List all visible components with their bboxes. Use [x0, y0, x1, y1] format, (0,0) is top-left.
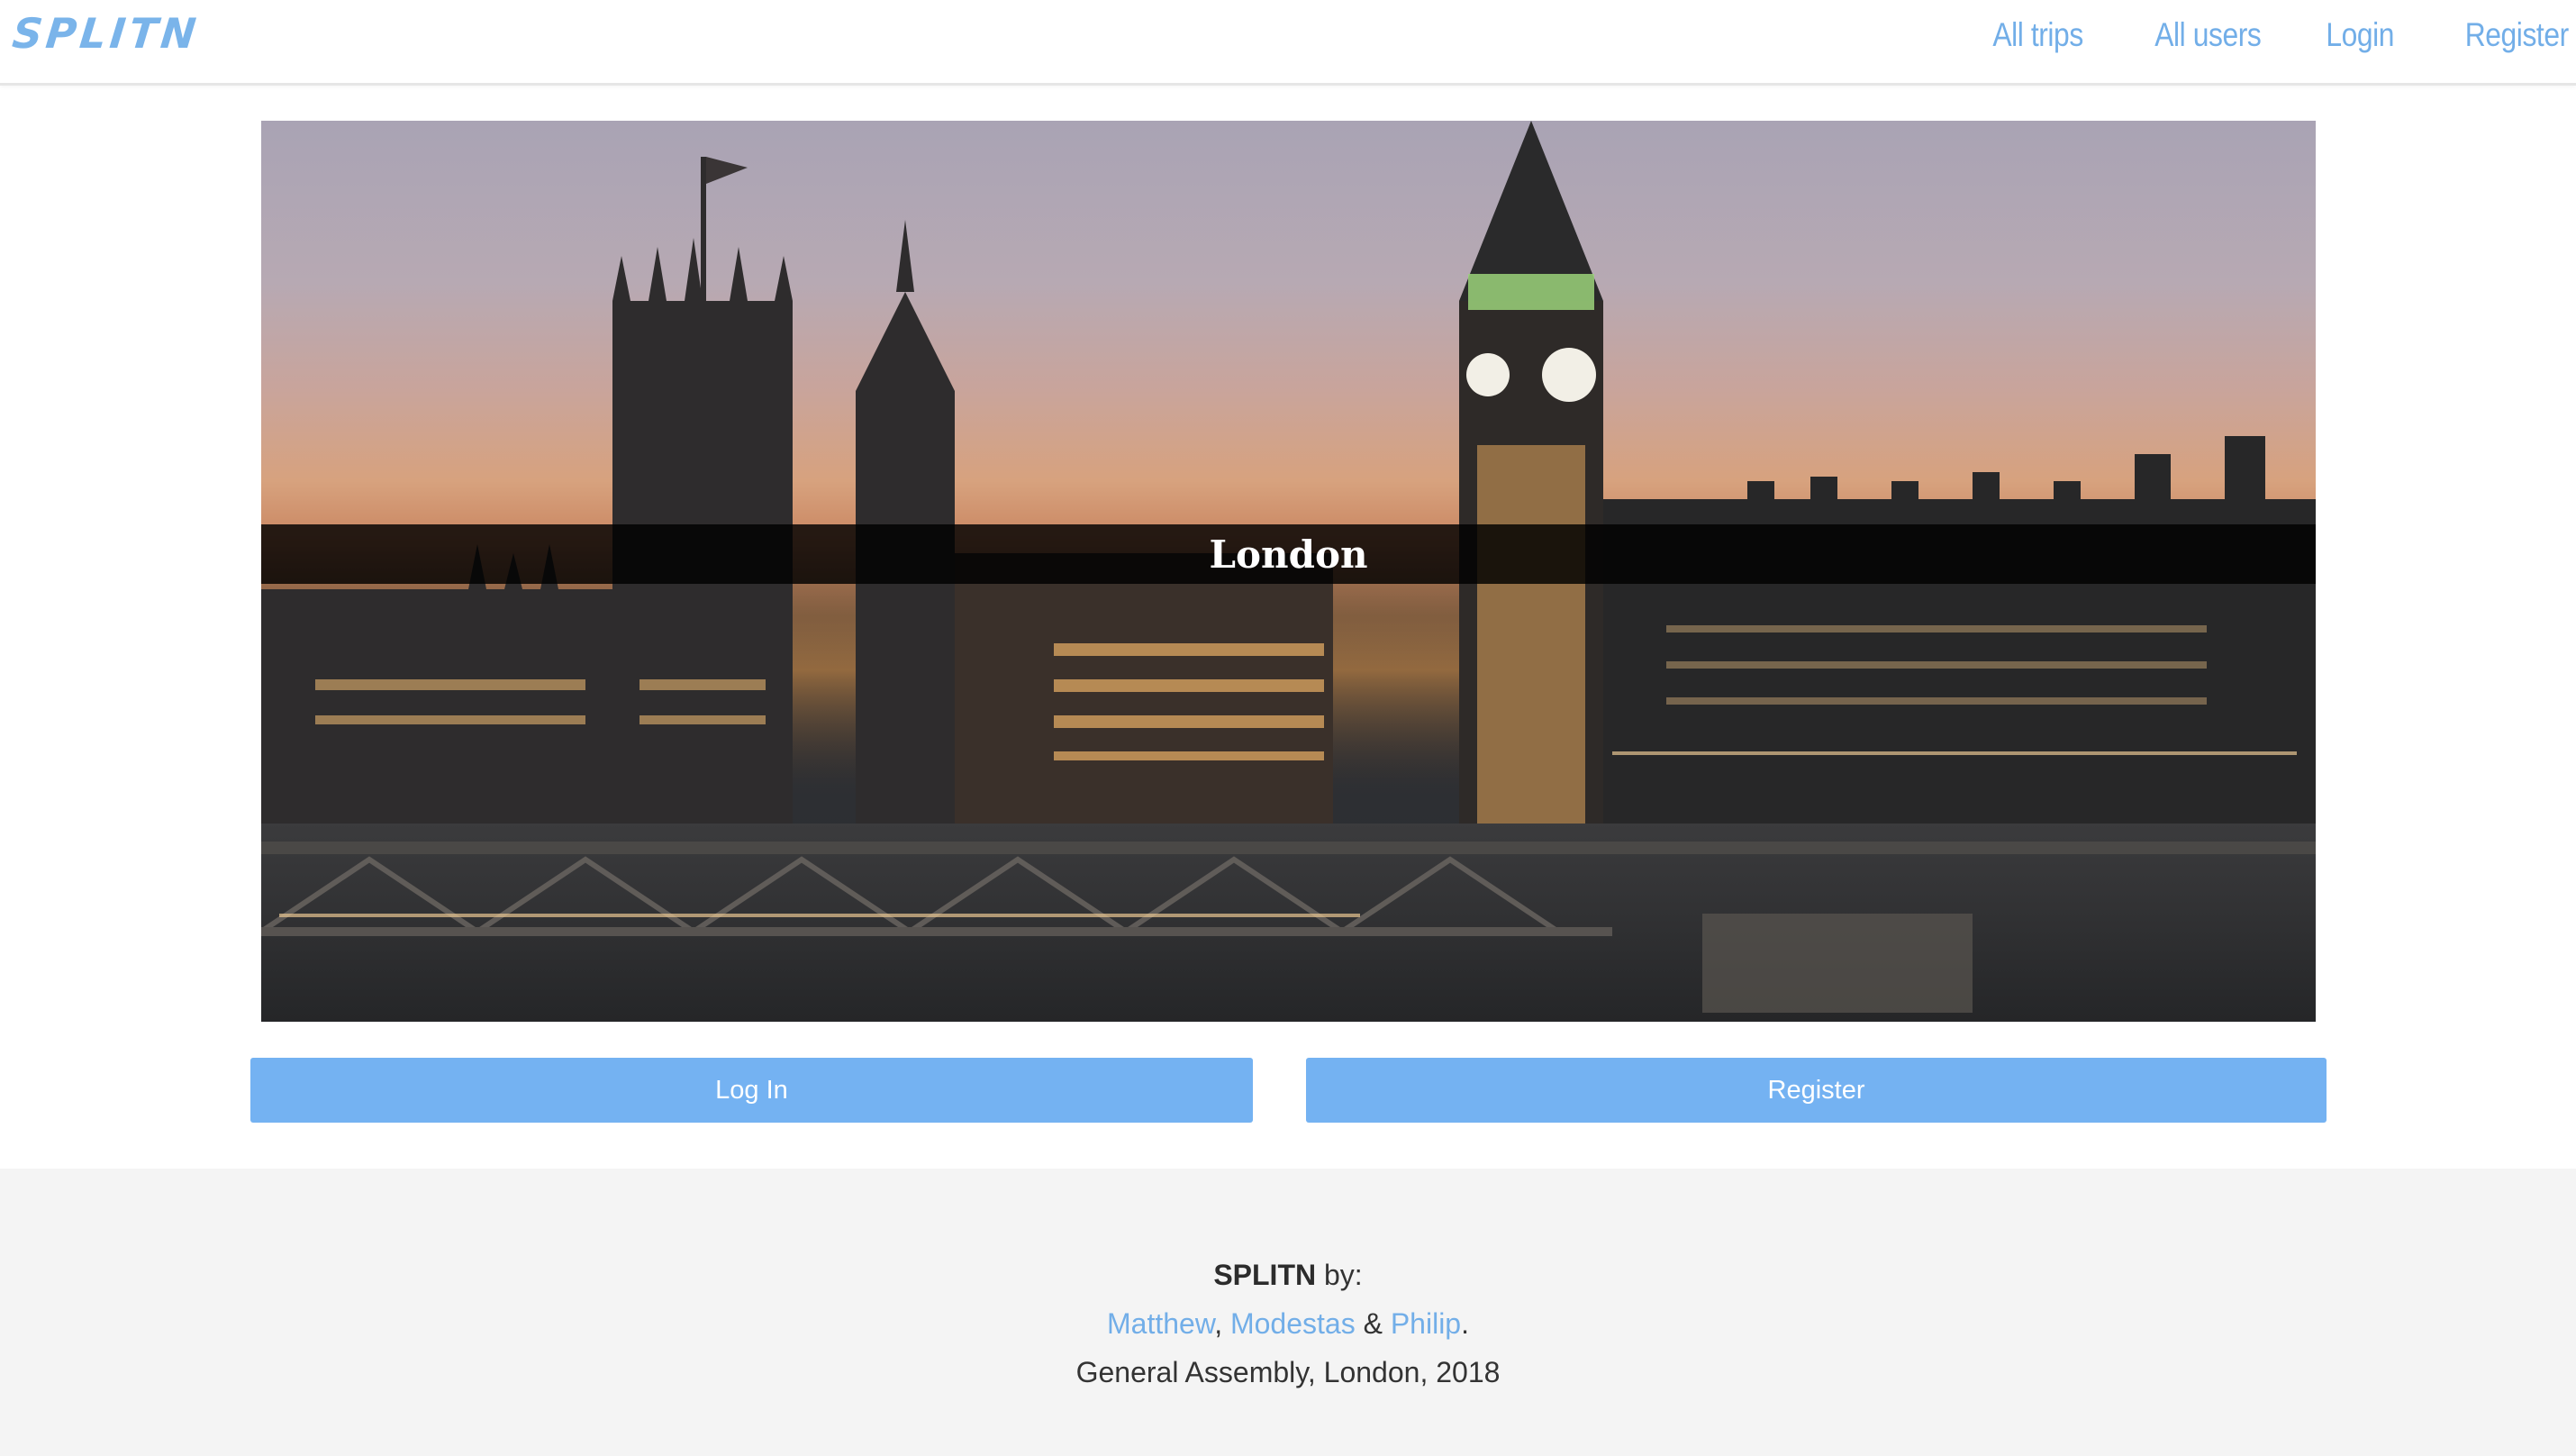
nav-link-register[interactable]: Register — [2465, 16, 2569, 54]
register-button[interactable]: Register — [1306, 1058, 2327, 1123]
author-link-matthew[interactable]: Matthew — [1107, 1307, 1214, 1340]
brand-logo[interactable]: SPLITN — [10, 9, 202, 58]
author-separator: , — [1214, 1307, 1230, 1340]
nav-link-login[interactable]: Login — [2327, 16, 2395, 54]
footer-title-line: SPLITN by: — [0, 1259, 2576, 1292]
hero-title: London — [1209, 532, 1368, 577]
nav-links: All trips All users Login Register — [1924, 16, 2569, 54]
footer-brand: SPLITN — [1213, 1259, 1317, 1291]
author-link-philip[interactable]: Philip — [1391, 1307, 1461, 1340]
footer: SPLITN by: Matthew, Modestas & Philip. G… — [0, 1169, 2576, 1456]
navbar: SPLITN All trips All users Login Registe… — [0, 0, 2576, 86]
nav-link-all-users[interactable]: All users — [2154, 16, 2262, 54]
author-end-period: . — [1461, 1307, 1469, 1340]
author-link-modestas[interactable]: Modestas — [1230, 1307, 1356, 1340]
hero-image: London — [261, 121, 2316, 1022]
author-separator-and: & — [1355, 1307, 1391, 1340]
login-button[interactable]: Log In — [250, 1058, 1253, 1123]
footer-by-text: by: — [1316, 1259, 1363, 1291]
footer-credit: General Assembly, London, 2018 — [1075, 1356, 1501, 1388]
hero-title-banner: London — [261, 524, 2316, 584]
footer-authors-line: Matthew, Modestas & Philip. — [0, 1307, 2576, 1341]
nav-link-all-trips[interactable]: All trips — [1992, 16, 2083, 54]
